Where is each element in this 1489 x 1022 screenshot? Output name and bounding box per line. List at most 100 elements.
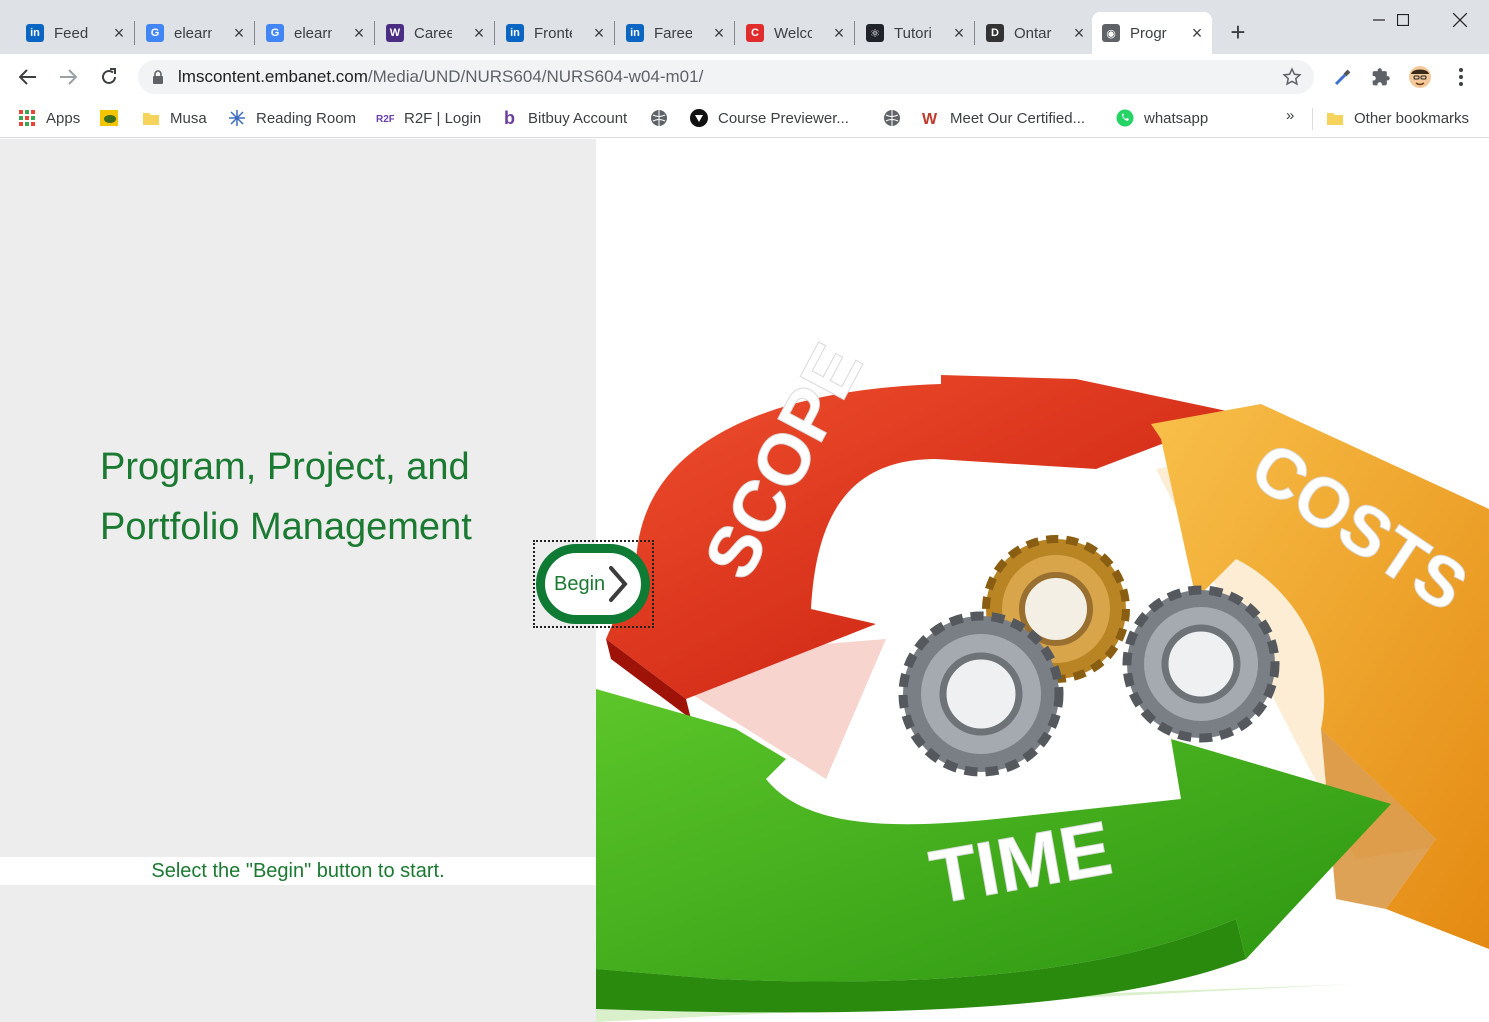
bookmark-turtle[interactable] [100, 107, 128, 129]
close-tab-icon[interactable]: × [950, 24, 968, 42]
course-title-line-1: Program, Project, and [100, 446, 470, 488]
close-tab-icon[interactable]: × [590, 24, 608, 42]
bitbuy-icon: b [500, 109, 518, 127]
bookmark-meet-our-certified[interactable]: W Meet Our Certified... [922, 107, 1085, 129]
tab-title: Career [414, 24, 452, 42]
reload-icon [102, 68, 116, 84]
close-tab-icon[interactable]: × [470, 24, 488, 42]
tab-separator [614, 21, 615, 45]
tab-2[interactable]: Gelearn × [256, 12, 375, 54]
course-title: Program, Project, and Portfolio Manageme… [100, 437, 510, 557]
tab-9[interactable]: ◉ Progr × [1092, 12, 1212, 54]
tab-separator [254, 21, 255, 45]
close-tab-icon[interactable]: × [110, 24, 128, 42]
bookmarks-overflow-button[interactable]: » [1286, 107, 1294, 124]
extensions-button[interactable] [1368, 64, 1394, 90]
globe-icon: ◉ [1102, 24, 1120, 42]
tab-separator [494, 21, 495, 45]
google-icon: G [146, 24, 164, 42]
avatar-icon [1409, 66, 1431, 88]
reload-button[interactable] [94, 62, 124, 92]
bookmark-globe[interactable] [650, 107, 678, 129]
react-icon: ⚛ [866, 24, 884, 42]
close-tab-icon[interactable]: × [230, 24, 248, 42]
close-tab-icon[interactable]: × [350, 24, 368, 42]
bookmark-label: Bitbuy Account [528, 109, 628, 127]
bookmark-musa[interactable]: Musa [142, 107, 207, 129]
r2f-icon: R2F [376, 109, 394, 127]
bookmark-label: R2F | Login [404, 109, 482, 127]
eyedropper-icon [1334, 69, 1351, 86]
bookmark-apps[interactable]: Apps [18, 107, 80, 129]
kebab-menu-icon [1459, 68, 1463, 86]
bookmark-star-icon[interactable] [1282, 67, 1302, 87]
tab-title: Fareed [654, 24, 692, 42]
begin-button[interactable]: Begin [536, 544, 650, 624]
url-text[interactable]: lmscontent.embanet.com/Media/UND/NURS604… [178, 67, 703, 87]
chrome-menu-button[interactable] [1448, 64, 1474, 90]
back-arrow-icon [19, 69, 36, 85]
svg-text:W: W [922, 111, 938, 127]
tab-title: Fronte [534, 24, 572, 42]
tab-separator [734, 21, 735, 45]
other-bookmarks-label: Other bookmarks [1354, 109, 1470, 127]
close-tab-icon[interactable]: × [1188, 24, 1206, 42]
page-content: Program, Project, and Portfolio Manageme… [0, 139, 1489, 1022]
close-window-button[interactable] [1437, 6, 1483, 34]
forward-arrow-icon [60, 69, 77, 85]
folder-icon [142, 109, 160, 127]
bookmark-course-previewer[interactable]: Course Previewer... [690, 107, 849, 129]
eyedropper-extension-button[interactable] [1330, 64, 1356, 90]
instruction-text: Select the "Begin" button to start. [151, 860, 445, 882]
close-tab-icon[interactable]: × [1070, 24, 1088, 42]
c-logo-icon: C [746, 24, 764, 42]
bookmark-globe[interactable] [883, 107, 911, 129]
new-tab-button[interactable]: + [1224, 19, 1252, 47]
browser-toolbar: lmscontent.embanet.com/Media/UND/NURS604… [0, 54, 1489, 100]
intro-panel: Program, Project, and Portfolio Manageme… [0, 139, 596, 1022]
close-tab-icon[interactable]: × [830, 24, 848, 42]
address-bar[interactable]: lmscontent.embanet.com/Media/UND/NURS604… [138, 60, 1314, 94]
tab-title: Welco [774, 24, 812, 42]
tab-4[interactable]: in Fronte × [496, 12, 615, 54]
svg-text:R2F: R2F [376, 114, 394, 125]
maximize-button[interactable] [1380, 6, 1426, 34]
bookmark-label: whatsapp [1144, 109, 1209, 127]
tab-1[interactable]: Gelearn × [136, 12, 255, 54]
sparkle-icon [228, 109, 246, 127]
back-button[interactable] [13, 62, 43, 92]
tab-title: Ontar [1014, 24, 1052, 42]
tab-6[interactable]: C Welco × [736, 12, 855, 54]
course-title-line-2: Portfolio Management [100, 506, 472, 548]
bookmark-label: Meet Our Certified... [950, 109, 1086, 127]
bookmark-label: Musa [170, 109, 207, 127]
tab-separator [974, 21, 975, 45]
turtle-icon [100, 109, 118, 127]
dms-icon: D [986, 24, 1004, 42]
linkedin-icon: in [506, 24, 524, 42]
bookmark-whatsapp[interactable]: whatsapp [1116, 107, 1208, 129]
chevron-right-icon [609, 566, 628, 602]
close-icon [1453, 13, 1467, 27]
hero-image: SCOPE COSTS TIME [596, 139, 1489, 1022]
tab-title: Progr [1130, 24, 1167, 42]
url-host: lmscontent.embanet.com [178, 67, 368, 86]
globe-icon [650, 109, 668, 127]
bookmark-reading-room[interactable]: Reading Room [228, 107, 356, 129]
profile-avatar-button[interactable] [1407, 64, 1433, 90]
tab-8[interactable]: D Ontar × [976, 12, 1094, 54]
bookmark-bitbuy-account[interactable]: b Bitbuy Account [500, 107, 627, 129]
tab-3[interactable]: W Career × [376, 12, 495, 54]
tab-title: elearn [294, 24, 332, 42]
tab-5[interactable]: in Fareed × [616, 12, 735, 54]
university-shield-icon: W [386, 24, 404, 42]
bookmarks-bar: Apps Musa Reading Room R2F R2F | Login b Bitbu… [0, 100, 1489, 138]
forward-button[interactable] [53, 62, 83, 92]
bookmark-r2f-login[interactable]: R2F R2F | Login [376, 107, 481, 129]
bookmark-label: Reading Room [256, 109, 357, 127]
tab-7[interactable]: ⚛ Tutori × [856, 12, 975, 54]
tab-0[interactable]: in Feed | × [16, 12, 135, 54]
lock-icon [153, 70, 163, 84]
other-bookmarks-button[interactable]: Other bookmarks [1326, 107, 1469, 129]
close-tab-icon[interactable]: × [710, 24, 728, 42]
